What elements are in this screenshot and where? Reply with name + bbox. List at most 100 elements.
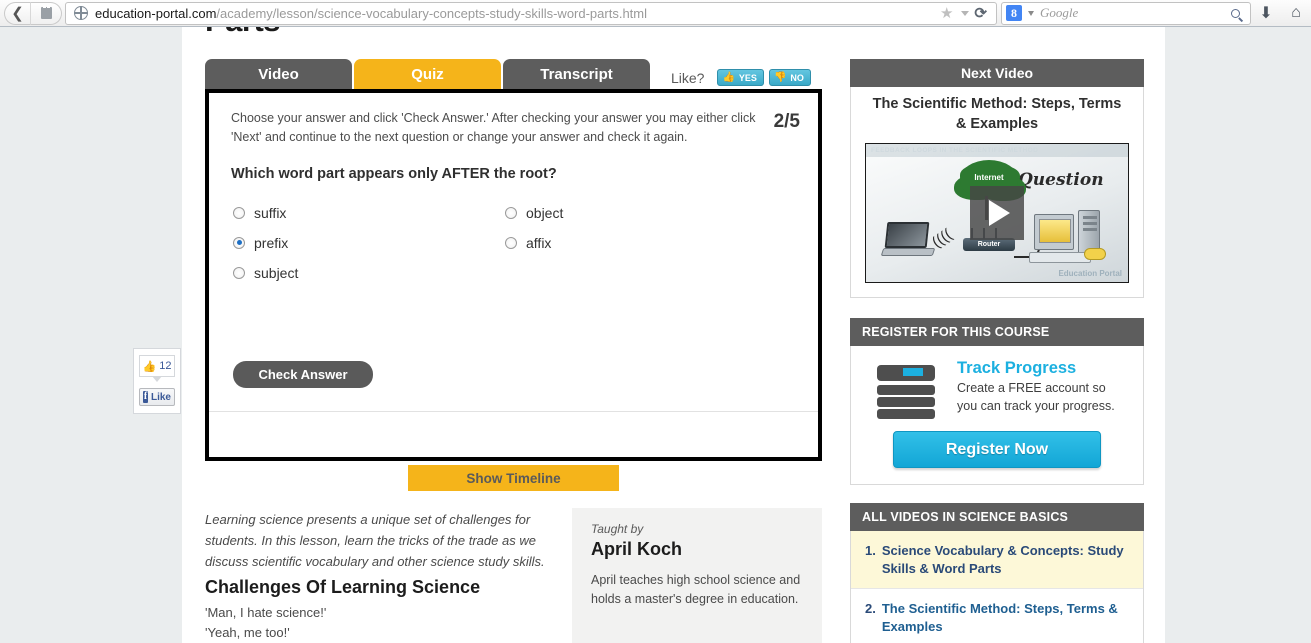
thumbnail-question-word: Question [1018,170,1104,191]
radio-icon-selected[interactable] [233,236,245,249]
home-icon: ⌂ [1291,4,1301,21]
facebook-like-button[interactable]: f Like [139,388,175,406]
thumb-up-icon: 👍 [142,360,157,373]
downloads-button[interactable]: ⬇ [1251,1,1281,25]
url-text: education-portal.com/academy/lesson/scie… [95,6,647,21]
instructor-name: April Koch [591,539,683,559]
register-panel: REGISTER FOR THIS COURSE Track Progress … [850,318,1144,486]
answer-label: affix [526,234,552,251]
like-prompt-label: Like? [671,69,705,86]
bookmark-star-icon[interactable]: ★ [940,4,953,22]
books-icon [877,365,939,420]
page-icon [40,5,52,19]
quiz-progress-counter: 2/5 [773,111,800,132]
answer-option-subject[interactable]: subject [233,265,505,281]
page-viewport: Parts Video Quiz Transcript Like? 👍 YES … [0,27,1311,643]
video-list-item[interactable]: 2. The Scientific Method: Steps, Terms &… [851,589,1143,643]
vote-no-label: NO [790,72,804,83]
taught-by-label: Taught by [591,522,644,536]
radio-icon[interactable] [505,206,517,219]
back-button[interactable]: ❮ [4,1,30,25]
answer-option-suffix[interactable]: suffix [233,205,505,221]
next-video-thumbnail[interactable]: FEEDBACK LOOPS IN THE SCIENTIFIC METHOD … [865,143,1129,284]
quiz-instructions: Choose your answer and click 'Check Answ… [231,111,756,145]
chevron-down-icon[interactable] [961,10,970,16]
facebook-like-count: 12 [159,360,172,372]
video-index: 1. [865,543,876,559]
play-icon[interactable] [970,186,1024,241]
answer-option-object[interactable]: object [505,205,796,221]
lesson-paragraph-line-1: 'Man, I hate science!' [205,605,327,620]
register-text-block: Track Progress Create a FREE account so … [957,359,1129,415]
quiz-panel: Choose your answer and click 'Check Answ… [205,89,822,461]
facebook-like-count-box: 👍 12 [139,355,175,382]
video-index: 2. [865,601,876,617]
next-video-panel: Next Video The Scientific Method: Steps,… [850,59,1144,299]
next-video-body: The Scientific Method: Steps, Terms & Ex… [850,87,1144,299]
register-now-button[interactable]: Register Now [893,431,1101,469]
video-title: The Scientific Method: Steps, Terms & Ex… [881,601,1118,634]
next-video-header: Next Video [850,59,1144,87]
google-icon[interactable]: 8 [1006,5,1022,21]
quiz-question-text: Which word part appears only AFTER the r… [231,165,557,182]
video-title: Science Vocabulary & Concepts: Study Ski… [881,543,1124,576]
search-icon[interactable] [1231,8,1240,18]
all-videos-header: ALL VIDEOS IN SCIENCE BASICS [850,503,1144,532]
quiz-divider [209,411,818,412]
tab-video[interactable]: Video [205,59,352,89]
laptop-icon [880,222,936,257]
callout-caret [152,376,162,382]
tab-quiz[interactable]: Quiz [354,59,501,89]
like-vote-group: Like? 👍 YES 👎 NO [671,69,811,86]
all-videos-panel: ALL VIDEOS IN SCIENCE BASICS 1. Science … [850,503,1144,643]
next-video-title[interactable]: The Scientific Method: Steps, Terms & Ex… [851,87,1143,143]
answer-label: suffix [254,204,287,221]
mouse-icon [1084,248,1106,261]
play-triangle [988,200,1010,227]
tab-transcript[interactable]: Transcript [503,59,650,89]
answer-label: subject [254,264,299,281]
register-row: Track Progress Create a FREE account so … [865,359,1129,420]
vote-no-button[interactable]: 👎 NO [768,69,811,86]
thumbnail-brand-label: Education Portal [1058,269,1122,279]
site-identity-button[interactable] [30,1,62,25]
register-header: REGISTER FOR THIS COURSE [850,318,1144,347]
register-body: Track Progress Create a FREE account so … [850,346,1144,486]
page-title: Parts [205,27,281,39]
vote-yes-button[interactable]: 👍 YES [717,69,764,86]
video-list-item[interactable]: 1. Science Vocabulary & Concepts: Study … [851,531,1143,590]
lesson-paragraph-line-2: 'Yeah, me too!' [205,625,290,640]
quiz-intro-row: Choose your answer and click 'Check Answ… [209,93,818,148]
thumb-up-icon: 👍 [722,72,735,83]
desk-surface [1029,252,1091,264]
page-content-sheet: Parts Video Quiz Transcript Like? 👍 YES … [182,27,1165,643]
search-box[interactable]: 8 Google [1001,1,1251,25]
instructor-bio: April teaches high school science and ho… [591,573,801,607]
check-answer-button[interactable]: Check Answer [233,361,373,388]
show-timeline-button[interactable]: Show Timeline [408,465,619,491]
lesson-tab-strip: Video Quiz Transcript Like? 👍 YES 👎 NO [205,59,811,89]
home-button[interactable]: ⌂ [1281,1,1311,25]
radio-icon[interactable] [233,206,245,219]
chevron-down-icon[interactable] [1028,10,1034,16]
all-videos-list: 1. Science Vocabulary & Concepts: Study … [850,531,1144,643]
radio-icon[interactable] [233,266,245,279]
answer-option-affix[interactable]: affix [505,235,796,251]
address-bar[interactable]: education-portal.com/academy/lesson/scie… [65,1,997,25]
back-arrow-icon: ❮ [11,5,24,22]
vote-yes-label: YES [738,72,757,83]
monitor-icon [1034,214,1074,251]
router-label: Router [977,241,1001,249]
reload-icon[interactable]: ⟳ [974,4,987,22]
search-input[interactable]: Google [1040,5,1231,21]
answer-label: object [526,204,564,221]
answer-option-prefix[interactable]: prefix [233,235,505,251]
download-icon: ⬇ [1259,5,1273,22]
radio-icon[interactable] [505,236,517,249]
register-description: Create a FREE account so you can track y… [957,381,1115,413]
facebook-icon: f [143,391,148,403]
url-domain: education-portal.com [95,5,217,21]
thumb-down-icon: 👎 [773,72,787,83]
globe-icon [73,5,88,20]
quiz-answers-grid: suffix object prefix affix subject [209,182,818,281]
